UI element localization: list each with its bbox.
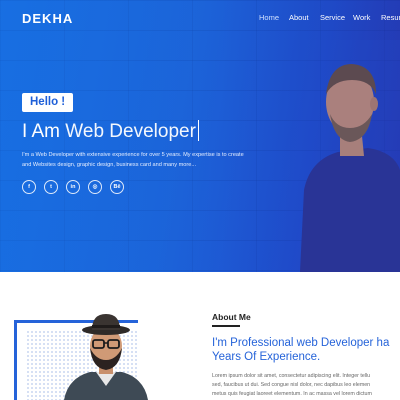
about-avatar-photo [64,314,148,400]
nav-home[interactable]: Home [259,13,279,22]
dribbble-icon[interactable]: ◎ [88,180,102,194]
about-text-line: Lorem ipsum dolor sit amet, consectetur … [212,373,371,379]
behance-icon[interactable]: Bē [110,180,124,194]
brand-logo[interactable]: DEKHA [22,11,73,26]
about-heading-underline [212,325,240,327]
linkedin-icon[interactable]: in [66,180,80,194]
hero-title-role: Web Developer [65,121,196,142]
facebook-icon[interactable]: f [22,180,36,194]
about-title: I'm Professional web Developer ha Years … [212,336,400,364]
nav-work[interactable]: Work [353,13,370,22]
twitter-icon[interactable]: t [44,180,58,194]
typing-cursor [197,120,200,141]
nav-about[interactable]: About [289,13,309,22]
about-paragraph: Lorem ipsum dolor sit amet, consectetur … [212,372,400,399]
hero-section: DEKHA Home About Service Work Resum Hell… [0,0,400,272]
about-text-line: metus quis feugiat laoreet elementum. In… [212,391,372,397]
hero-description-line: and Websites design, graphic design, bus… [22,162,197,168]
about-title-line: I'm Professional web Developer ha [212,337,390,349]
nav-resume[interactable]: Resum [381,13,400,22]
top-navbar: DEKHA Home About Service Work Resum [0,0,400,36]
hello-badge: Hello ! [22,93,74,112]
about-title-line: Years Of Experience. [212,351,321,363]
about-heading: About Me [212,312,251,322]
hero-title-bold: I Am [22,121,61,142]
hero-description: I'm a Web Developer with extensive exper… [22,150,272,170]
hero-title: I Am Web Developer [22,120,200,144]
nav-service[interactable]: Service [320,13,345,22]
about-text-line: sed, faucibus ut dui. Sed congue nisl do… [212,382,371,388]
hero-description-line: I'm a Web Developer with extensive exper… [22,152,244,158]
developer-photo [290,40,400,272]
